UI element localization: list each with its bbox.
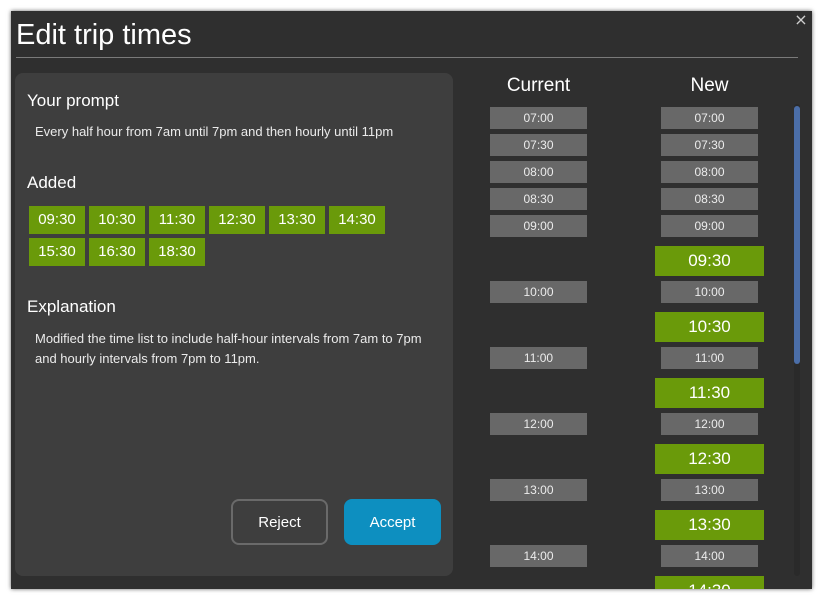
current-time-slot[interactable]: 13:00 [490,479,587,501]
new-time-slot[interactable]: 07:00 [661,107,758,129]
new-time-added-slot[interactable]: 14:30 [655,576,764,589]
new-time-slot[interactable]: 11:00 [661,347,758,369]
edit-trip-times-dialog: Edit trip times × Your prompt Every half… [11,11,812,589]
new-time-slot[interactable]: 07:30 [661,134,758,156]
current-time-slot[interactable]: 11:00 [490,347,587,369]
times-comparison: 07:00 07:00 07:30 07:30 08:00 08:00 08:30 08:30… [11,11,812,589]
new-time-added-slot[interactable]: 10:30 [655,312,764,342]
new-time-slot[interactable]: 13:00 [661,479,758,501]
new-time-slot[interactable]: 08:00 [661,161,758,183]
current-time-slot[interactable]: 08:00 [490,161,587,183]
scrollbar-thumb[interactable] [794,106,800,364]
new-time-added-slot[interactable]: 09:30 [655,246,764,276]
current-time-slot[interactable]: 07:30 [490,134,587,156]
times-scrollbar[interactable] [794,104,800,576]
current-time-slot[interactable]: 12:00 [490,413,587,435]
new-time-slot[interactable]: 08:30 [661,188,758,210]
new-time-slot[interactable]: 10:00 [661,281,758,303]
current-time-slot[interactable]: 08:30 [490,188,587,210]
new-time-added-slot[interactable]: 12:30 [655,444,764,474]
new-time-added-slot[interactable]: 13:30 [655,510,764,540]
new-time-slot[interactable]: 09:00 [661,215,758,237]
current-time-slot[interactable]: 07:00 [490,107,587,129]
current-time-slot[interactable]: 14:00 [490,545,587,567]
new-time-slot[interactable]: 14:00 [661,545,758,567]
new-time-added-slot[interactable]: 11:30 [655,378,764,408]
new-time-slot[interactable]: 12:00 [661,413,758,435]
current-time-slot[interactable]: 09:00 [490,215,587,237]
current-time-slot[interactable]: 10:00 [490,281,587,303]
